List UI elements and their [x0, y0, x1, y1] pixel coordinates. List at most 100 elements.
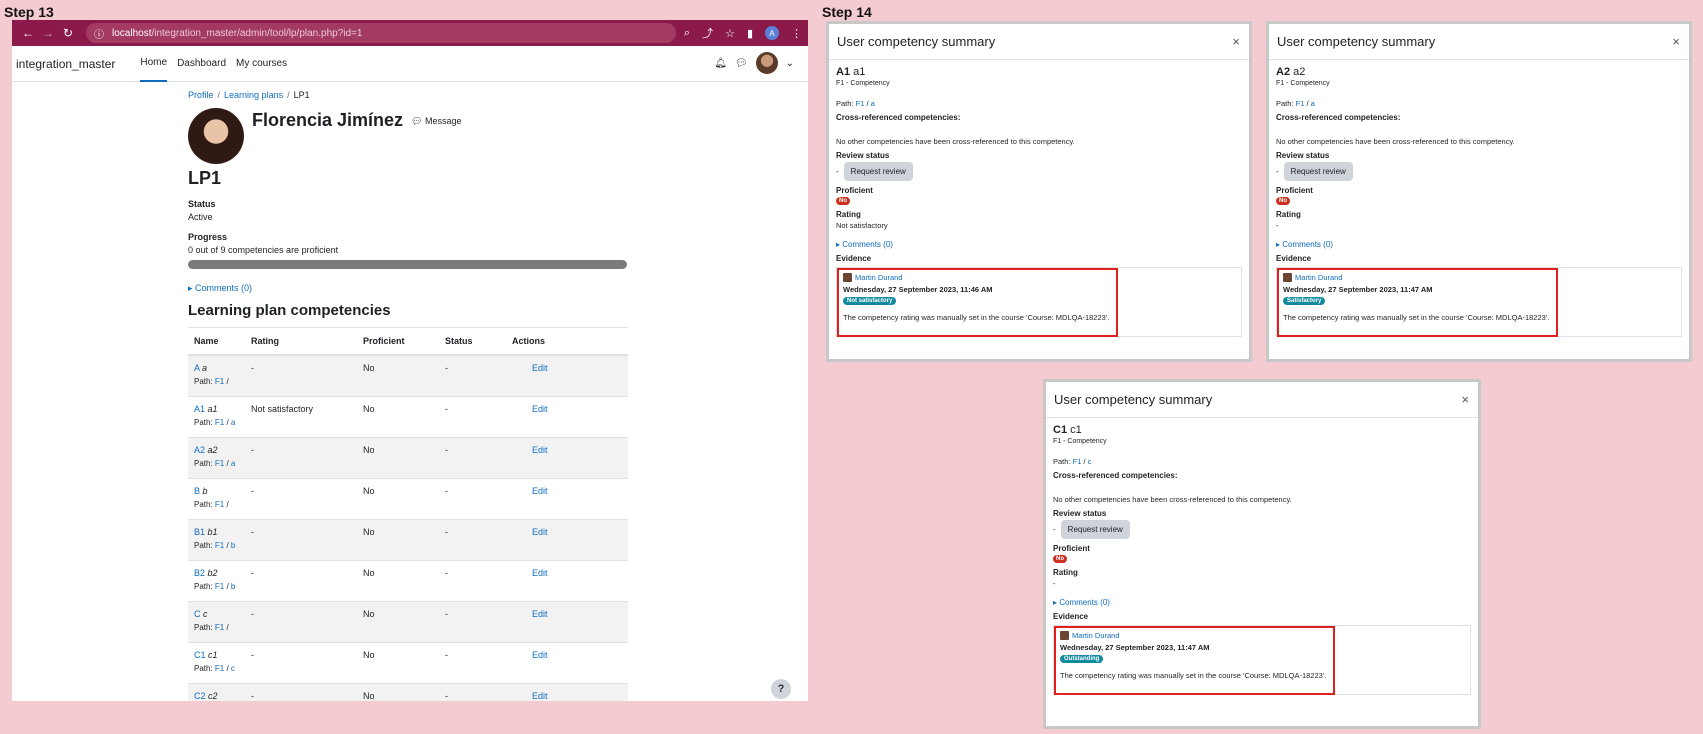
competency-heading: C1 c1 [1053, 424, 1082, 436]
edit-link[interactable]: Edit [532, 404, 548, 414]
path-parent-link[interactable]: a [231, 459, 235, 468]
cell-name: B1 b1 Path: F1 / b [188, 518, 245, 560]
breadcrumb-learning-plans[interactable]: Learning plans [224, 90, 283, 100]
close-icon[interactable]: × [1461, 392, 1469, 407]
edit-link[interactable]: Edit [532, 568, 548, 578]
framework-line: F1 - Competency [836, 80, 890, 87]
rating-label: Rating [1276, 210, 1301, 219]
competency-code-link[interactable]: A1 [194, 404, 205, 414]
path-parent-link[interactable]: a [871, 99, 875, 108]
path-framework-link[interactable]: F1 [215, 623, 224, 632]
cell-rating: - [245, 559, 357, 601]
competency-heading: A2 a2 [1276, 66, 1306, 78]
help-button[interactable]: ? [771, 679, 791, 699]
progress-text: 0 out of 9 competencies are proficient [188, 245, 339, 255]
progress-label: Progress [188, 232, 228, 242]
path-framework-link[interactable]: F1 [215, 459, 224, 468]
path-framework-link[interactable]: F1 [1073, 457, 1082, 466]
site-name[interactable]: integration_master [16, 57, 115, 71]
edit-link[interactable]: Edit [532, 609, 548, 619]
path-parent-link[interactable]: b [231, 582, 235, 591]
path-parent-link[interactable]: c [231, 664, 235, 673]
path-parent-link[interactable]: a [231, 418, 235, 427]
path-parent-link[interactable]: a [1311, 99, 1315, 108]
edit-link[interactable]: Edit [532, 691, 548, 701]
modal-body: A2 a2 F1 - Competency Path: F1 / a Cross-re… [1269, 60, 1689, 343]
edit-link[interactable]: Edit [532, 527, 548, 537]
comments-toggle[interactable]: ▸ Comments (0) [1276, 240, 1682, 249]
nav-my-courses[interactable]: My courses [236, 46, 287, 82]
path-parent-link[interactable]: c [1088, 457, 1092, 466]
zoom-icon[interactable]: ⌕ [684, 27, 690, 40]
edit-link[interactable]: Edit [532, 486, 548, 496]
path-line: Path: F1 / [194, 499, 229, 509]
competency-summary-modal: User competency summary × C1 c1 F1 - Compet… [1043, 379, 1481, 729]
breadcrumb-profile[interactable]: Profile [188, 90, 214, 100]
cell-name: C2 c2Path: F1 / c [188, 682, 245, 701]
nav-home[interactable]: Home [140, 46, 168, 82]
modal-title: User competency summary [1054, 392, 1213, 407]
close-icon[interactable]: × [1672, 34, 1680, 49]
comments-toggle[interactable]: ▸ Comments (0) [836, 240, 1242, 249]
browser-menu-icon[interactable]: ⋮ [791, 27, 802, 40]
close-icon[interactable]: × [1232, 34, 1240, 49]
browser-window: ← → ↻ ⓘ localhost/integration_master/adm… [12, 20, 808, 701]
request-review-button[interactable]: Request review [1283, 162, 1353, 181]
side-panel-icon[interactable]: ▮ [747, 27, 753, 40]
cell-actions: Edit [506, 436, 628, 478]
cross-ref-label: Cross-referenced competencies: [836, 113, 961, 122]
back-icon[interactable]: ← [18, 26, 38, 40]
path-framework-link[interactable]: F1 [215, 500, 224, 509]
nav-dashboard[interactable]: Dashboard [177, 46, 226, 82]
competency-code-link[interactable]: B [194, 486, 200, 496]
path-parent-link[interactable]: b [231, 541, 235, 550]
competency-code-link[interactable]: C [194, 609, 201, 619]
edit-link[interactable]: Edit [532, 445, 548, 455]
request-review-button[interactable]: Request review [843, 162, 913, 181]
path-framework-link[interactable]: F1 [215, 664, 224, 673]
competency-code-link[interactable]: A2 [194, 445, 205, 455]
evidence-user-link[interactable]: Martin Durand [1295, 273, 1343, 282]
path-framework-link[interactable]: F1 [856, 99, 865, 108]
notification-bell-icon[interactable]: 🔔︎ [714, 58, 727, 69]
path-framework-link[interactable]: F1 [215, 541, 224, 550]
evidence-user-link[interactable]: Martin Durand [855, 273, 903, 282]
comments-toggle[interactable]: ▸ Comments (0) [1053, 598, 1471, 607]
evidence-date: Wednesday, 27 September 2023, 11:47 AM [1060, 643, 1210, 652]
request-review-button[interactable]: Request review [1060, 520, 1130, 539]
path-framework-link[interactable]: F1 [215, 582, 224, 591]
path-framework-link[interactable]: F1 [215, 377, 224, 386]
edit-link[interactable]: Edit [532, 650, 548, 660]
competency-code-link[interactable]: B2 [194, 568, 205, 578]
chevron-down-icon[interactable]: ⌄ [786, 58, 794, 69]
profile-avatar[interactable] [188, 108, 244, 164]
path-framework-link[interactable]: F1 [1296, 99, 1305, 108]
modal-header: User competency summary × [1269, 24, 1689, 60]
path-framework-link[interactable]: F1 [215, 418, 224, 427]
edit-link[interactable]: Edit [532, 363, 548, 373]
review-status-label: Review status [1053, 509, 1107, 518]
message-button[interactable]: 💬︎ Message [411, 116, 461, 127]
competency-code-link[interactable]: B1 [194, 527, 205, 537]
info-icon[interactable]: ⓘ [94, 26, 104, 41]
evidence-user-link[interactable]: Martin Durand [1072, 631, 1120, 640]
competency-name: a2 [207, 444, 218, 455]
forward-icon[interactable]: → [38, 26, 58, 40]
rating-label: Rating [836, 210, 861, 219]
competency-code-link[interactable]: C2 [194, 691, 206, 701]
comments-toggle[interactable]: ▸ Comments (0) [188, 283, 633, 294]
review-status-label: Review status [1276, 151, 1330, 160]
proficient-label: Proficient [836, 186, 873, 195]
moodle-navbar: integration_master Home Dashboard My cou… [12, 46, 808, 82]
competency-code-link[interactable]: A [194, 363, 200, 373]
competency-code-link[interactable]: C1 [194, 650, 206, 660]
competency-summary-modal: User competency summary × A1 a1 F1 - Compet… [826, 21, 1252, 362]
address-bar[interactable]: ⓘ localhost/integration_master/admin/too… [86, 23, 676, 43]
bookmark-star-icon[interactable]: ☆ [725, 27, 735, 40]
reload-icon[interactable]: ↻ [58, 26, 78, 40]
messages-icon[interactable]: 💬︎ [735, 58, 748, 69]
user-avatar[interactable] [755, 52, 778, 74]
share-icon[interactable]: ⤴ [702, 25, 713, 41]
cell-status: - [439, 477, 506, 519]
browser-profile-avatar[interactable]: A [765, 26, 779, 40]
